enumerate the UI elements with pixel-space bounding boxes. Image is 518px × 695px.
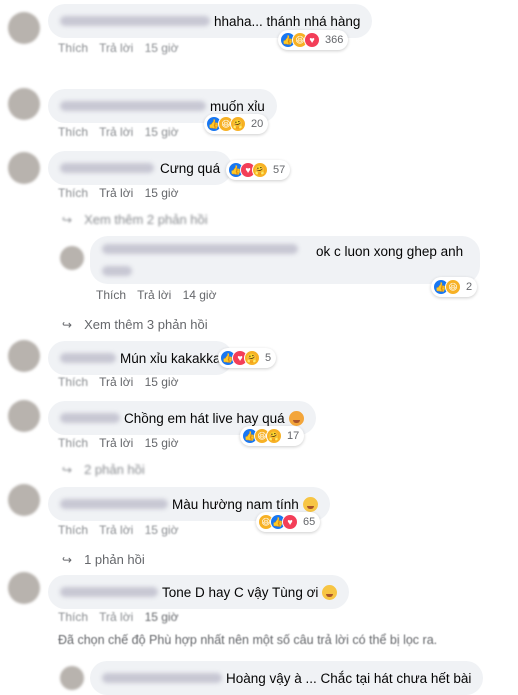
reply-link[interactable]: Trả lời: [99, 125, 133, 139]
commenter-name[interactable]: [60, 413, 120, 423]
like-link[interactable]: Thích: [58, 186, 88, 200]
view-more-replies[interactable]: ↪ 1 phản hồi: [62, 552, 145, 567]
avatar[interactable]: [60, 666, 84, 690]
timestamp[interactable]: 15 giờ: [145, 41, 179, 55]
timestamp[interactable]: 14 giờ: [183, 288, 217, 302]
reply-link[interactable]: Trả lời: [99, 436, 133, 450]
comment-text: Tone D hay C vậy Tùng ơi: [162, 584, 319, 600]
reaction-summary[interactable]: 👍 😆 ♥ 366: [278, 30, 349, 50]
view-more-replies[interactable]: ↪ Xem thêm 2 phản hồi: [62, 212, 208, 227]
comment-text: Màu hường nam tính: [172, 496, 299, 512]
care-reaction-icon: 🤗: [244, 350, 260, 366]
reaction-count: 20: [251, 118, 264, 130]
smiling-hearts-emoji-icon: [288, 410, 304, 426]
care-reaction-icon: 🤗: [266, 428, 282, 444]
reply-arrow-icon: ↪: [62, 317, 73, 332]
timestamp[interactable]: 15 giờ: [145, 523, 179, 537]
like-link[interactable]: Thích: [58, 125, 88, 139]
comment-text: Chồng em hát live hay quá: [124, 410, 285, 426]
reaction-count: 366: [325, 34, 344, 46]
reaction-count: 17: [287, 430, 300, 442]
comment-bubble: Hoàng vậy à ... Chắc tại hát chưa hết bà…: [90, 661, 484, 695]
like-link[interactable]: Thích: [58, 610, 88, 624]
avatar[interactable]: [8, 400, 40, 432]
like-link[interactable]: Thích: [58, 41, 88, 55]
reply-arrow-icon: ↪: [62, 212, 73, 227]
like-link[interactable]: Thích: [58, 436, 88, 450]
timestamp[interactable]: 15 giờ: [145, 125, 179, 139]
comment-actions: Thích Trả lời 15 giờ: [58, 523, 186, 537]
comment-actions: Thích Trả lời 15 giờ: [58, 125, 186, 139]
comment-actions: Thích Trả lời 15 giờ: [58, 186, 186, 200]
comment-bubble: Cưng quá: [48, 151, 233, 185]
commenter-name[interactable]: [60, 587, 158, 597]
love-reaction-icon: ♥: [282, 514, 298, 530]
commenter-name[interactable]: [102, 673, 222, 683]
avatar[interactable]: [8, 12, 40, 44]
commenter-name[interactable]: [60, 353, 116, 363]
reaction-summary[interactable]: 👍 ♥ 🤗 57: [226, 160, 291, 180]
commenter-name[interactable]: [60, 499, 168, 509]
comment-text: muốn xỉu: [210, 98, 265, 114]
reaction-summary[interactable]: 👍 ♥ 🤗 5: [218, 348, 277, 368]
timestamp[interactable]: 15 giờ: [145, 436, 179, 450]
comment-text: Mún xỉu kakakka: [120, 350, 221, 366]
comment-bubble: ok c luon xong ghep anh: [90, 236, 480, 284]
view-more-replies[interactable]: ↪ Xem thêm 3 phản hồi: [62, 317, 208, 332]
reply-link[interactable]: Trả lời: [137, 288, 171, 302]
avatar[interactable]: [8, 152, 40, 184]
comment-actions: Thích Trả lời 15 giờ: [58, 375, 186, 389]
reaction-count: 57: [273, 164, 286, 176]
reaction-summary[interactable]: 😆 👍 ♥ 65: [256, 512, 321, 532]
comment-text: hhaha... thánh nhá hàng: [214, 13, 361, 29]
haha-reaction-icon: 😆: [445, 279, 461, 295]
comment-text: Hoàng vậy à ... Chắc tại hát chưa hết bà…: [226, 670, 472, 686]
like-link[interactable]: Thích: [58, 375, 88, 389]
reply-link[interactable]: Trả lời: [99, 41, 133, 55]
commenter-name-line2: [102, 266, 132, 276]
avatar[interactable]: [8, 88, 40, 120]
reply-link[interactable]: Trả lời: [99, 610, 133, 624]
grinning-emoji-icon: [302, 496, 318, 512]
avatar[interactable]: [60, 246, 84, 270]
avatar[interactable]: [8, 572, 40, 604]
comment-bubble: Tone D hay C vậy Tùng ơi: [48, 575, 350, 609]
reply-link[interactable]: Trả lời: [99, 523, 133, 537]
timestamp[interactable]: 15 giờ: [145, 375, 179, 389]
reply-arrow-icon: ↪: [62, 462, 73, 477]
reply-arrow-icon: ↪: [62, 552, 73, 567]
reaction-summary[interactable]: 👍 😆 2: [431, 277, 478, 297]
reply-link[interactable]: Trả lời: [99, 375, 133, 389]
care-reaction-icon: 🤗: [252, 162, 268, 178]
reaction-summary[interactable]: 👍 😆 🤗 17: [240, 426, 305, 446]
reaction-count: 5: [265, 352, 272, 364]
commenter-name[interactable]: [60, 16, 210, 26]
reply-link[interactable]: Trả lời: [99, 186, 133, 200]
commenter-name[interactable]: [60, 163, 154, 173]
like-link[interactable]: Thích: [58, 523, 88, 537]
reaction-count: 2: [466, 281, 473, 293]
care-reaction-icon: 🤗: [230, 116, 246, 132]
winking-emoji-icon: [322, 584, 338, 600]
timestamp[interactable]: 15 giờ: [145, 186, 179, 200]
filter-notice: Đã chọn chế độ Phù hợp nhất nên một số c…: [58, 633, 438, 647]
timestamp[interactable]: 15 giờ: [145, 610, 179, 624]
commenter-name[interactable]: [60, 101, 206, 111]
like-link[interactable]: Thích: [96, 288, 126, 302]
comment-actions: Thích Trả lời 14 giờ: [96, 288, 224, 302]
comment-text: Cưng quá: [160, 160, 221, 176]
view-more-replies[interactable]: ↪ 2 phản hồi: [62, 462, 145, 477]
love-reaction-icon: ♥: [304, 32, 320, 48]
reaction-count: 65: [303, 516, 316, 528]
comment-text: ok c luon xong ghep anh: [316, 244, 464, 259]
reaction-summary[interactable]: 👍 😆 🤗 20: [204, 114, 269, 134]
comment-actions: Thích Trả lời 15 giờ: [58, 610, 186, 624]
comment-bubble: Mún xỉu kakakka: [48, 341, 233, 375]
commenter-name[interactable]: [102, 244, 298, 254]
comment-actions: Thích Trả lời 15 giờ: [58, 436, 186, 450]
avatar[interactable]: [8, 484, 40, 516]
comment-actions: Thích Trả lời 15 giờ: [58, 41, 186, 55]
avatar[interactable]: [8, 340, 40, 372]
